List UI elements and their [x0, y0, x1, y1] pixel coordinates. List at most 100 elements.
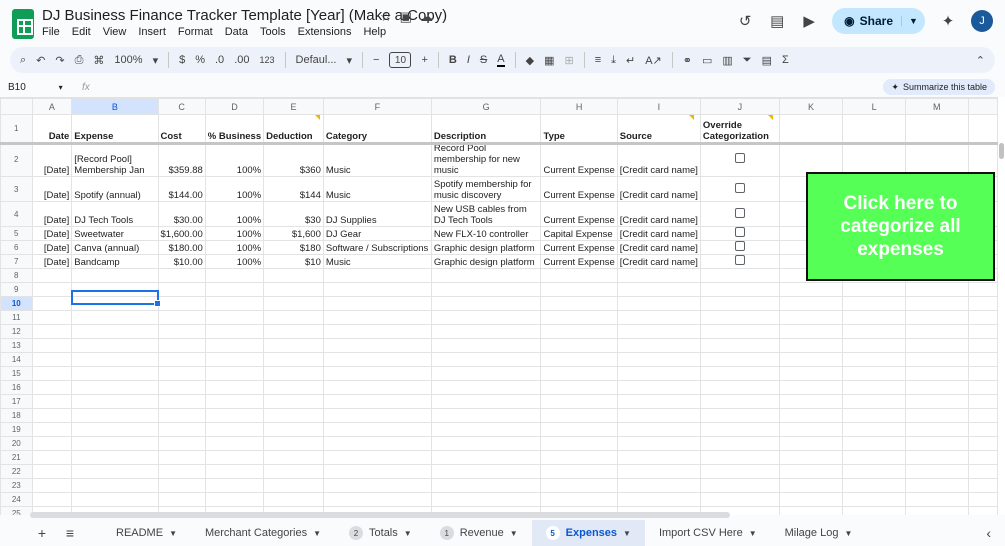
row-header[interactable]: 21: [0, 450, 33, 465]
cell[interactable]: [967, 450, 998, 465]
cell[interactable]: [616, 310, 701, 325]
chevron-down-icon[interactable]: ▾: [346, 54, 352, 67]
cell-source[interactable]: [Credit card name]: [616, 201, 701, 227]
cell[interactable]: [967, 282, 998, 297]
cell[interactable]: [967, 394, 998, 409]
merge-cells-icon[interactable]: ⊞: [564, 54, 573, 67]
cell[interactable]: [778, 338, 844, 353]
row-header[interactable]: 24: [0, 492, 33, 507]
cell[interactable]: [31, 324, 73, 339]
cell[interactable]: [616, 464, 701, 479]
cell[interactable]: [904, 464, 969, 479]
cell[interactable]: [31, 464, 73, 479]
borders-icon[interactable]: ▦: [544, 54, 554, 67]
header-category[interactable]: Category: [322, 114, 432, 143]
cell[interactable]: [71, 492, 159, 507]
cell[interactable]: [31, 478, 73, 493]
cell[interactable]: [967, 408, 998, 423]
column-header-a[interactable]: A: [31, 98, 73, 115]
row-header[interactable]: 11: [0, 310, 33, 325]
cell[interactable]: [699, 422, 780, 437]
cell[interactable]: [616, 394, 701, 409]
font-size-increase-icon[interactable]: +: [421, 54, 427, 66]
cell-cost[interactable]: $144.00: [157, 176, 206, 202]
cell[interactable]: [430, 296, 542, 311]
selected-cell-b10[interactable]: [71, 290, 161, 307]
cell[interactable]: [967, 296, 998, 311]
cell[interactable]: [263, 408, 324, 423]
cell[interactable]: [842, 394, 906, 409]
cell-type[interactable]: Current Expense: [540, 254, 618, 269]
cell[interactable]: [157, 352, 206, 367]
cell[interactable]: [31, 380, 73, 395]
column-header-d[interactable]: D: [204, 98, 265, 115]
menu-view[interactable]: View: [103, 26, 127, 38]
horizontal-align-icon[interactable]: ≡: [595, 54, 601, 66]
cell[interactable]: [967, 380, 998, 395]
cell[interactable]: [322, 352, 432, 367]
cell[interactable]: [699, 450, 780, 465]
cell[interactable]: [904, 422, 969, 437]
cell[interactable]: [263, 394, 324, 409]
tab-revenue[interactable]: 1 Revenue ▼: [426, 520, 532, 546]
cell[interactable]: [540, 408, 618, 423]
cell[interactable]: [263, 366, 324, 381]
cell[interactable]: [699, 394, 780, 409]
cell[interactable]: [904, 450, 969, 465]
row-header[interactable]: 17: [0, 394, 33, 409]
cell[interactable]: [322, 436, 432, 451]
increase-decimal-button[interactable]: .00: [234, 54, 249, 66]
cell[interactable]: [204, 492, 265, 507]
strikethrough-icon[interactable]: S: [480, 54, 487, 66]
zoom-select[interactable]: 100%: [114, 54, 142, 66]
cell[interactable]: [31, 310, 73, 325]
cell[interactable]: [540, 352, 618, 367]
cell-deduction[interactable]: $1,600: [263, 226, 324, 241]
cell[interactable]: [904, 366, 969, 381]
row-header[interactable]: 22: [0, 464, 33, 479]
cell-description[interactable]: New USB cables from DJ Tech Tools: [430, 201, 542, 227]
menu-tools[interactable]: Tools: [260, 26, 286, 38]
header-description[interactable]: Description: [430, 114, 542, 143]
share-button[interactable]: ◉ Share ▼: [832, 8, 925, 34]
cell[interactable]: [699, 310, 780, 325]
column-header-g[interactable]: G: [430, 98, 542, 115]
cell-type[interactable]: Current Expense: [540, 142, 618, 177]
cell[interactable]: [71, 464, 159, 479]
cell[interactable]: [430, 366, 542, 381]
cell[interactable]: [540, 436, 618, 451]
spreadsheet-grid[interactable]: A B C D E F G H I J K L M 1 Date Expense…: [0, 97, 998, 515]
all-sheets-icon[interactable]: ≡: [56, 525, 84, 541]
move-folder-icon[interactable]: ▣: [400, 9, 412, 25]
cell[interactable]: [540, 282, 618, 297]
cell[interactable]: [616, 408, 701, 423]
tab-menu-icon[interactable]: ▼: [749, 529, 757, 538]
row-header[interactable]: 4: [0, 201, 33, 227]
cell[interactable]: [699, 436, 780, 451]
cell[interactable]: [904, 506, 969, 515]
cell[interactable]: [263, 268, 324, 283]
cell[interactable]: [540, 338, 618, 353]
cell[interactable]: [430, 282, 542, 297]
cell[interactable]: [540, 422, 618, 437]
cell[interactable]: [699, 338, 780, 353]
cell[interactable]: [71, 338, 159, 353]
cell[interactable]: [616, 380, 701, 395]
header-type[interactable]: Type: [540, 114, 618, 143]
cell[interactable]: [71, 352, 159, 367]
cell[interactable]: [904, 394, 969, 409]
cell[interactable]: [430, 324, 542, 339]
scroll-thumb[interactable]: [999, 143, 1004, 159]
cell[interactable]: [322, 366, 432, 381]
text-rotation-icon[interactable]: A↗: [645, 54, 662, 67]
cell[interactable]: [842, 296, 906, 311]
cell[interactable]: [263, 464, 324, 479]
cell-description[interactable]: Graphic design platform: [430, 240, 542, 255]
row-header[interactable]: 18: [0, 408, 33, 423]
cell[interactable]: [157, 282, 206, 297]
cell[interactable]: [967, 506, 998, 515]
cell[interactable]: [842, 408, 906, 423]
cell-business-pct[interactable]: 100%: [204, 254, 265, 269]
cell[interactable]: [204, 464, 265, 479]
column-header-i[interactable]: I: [616, 98, 701, 115]
